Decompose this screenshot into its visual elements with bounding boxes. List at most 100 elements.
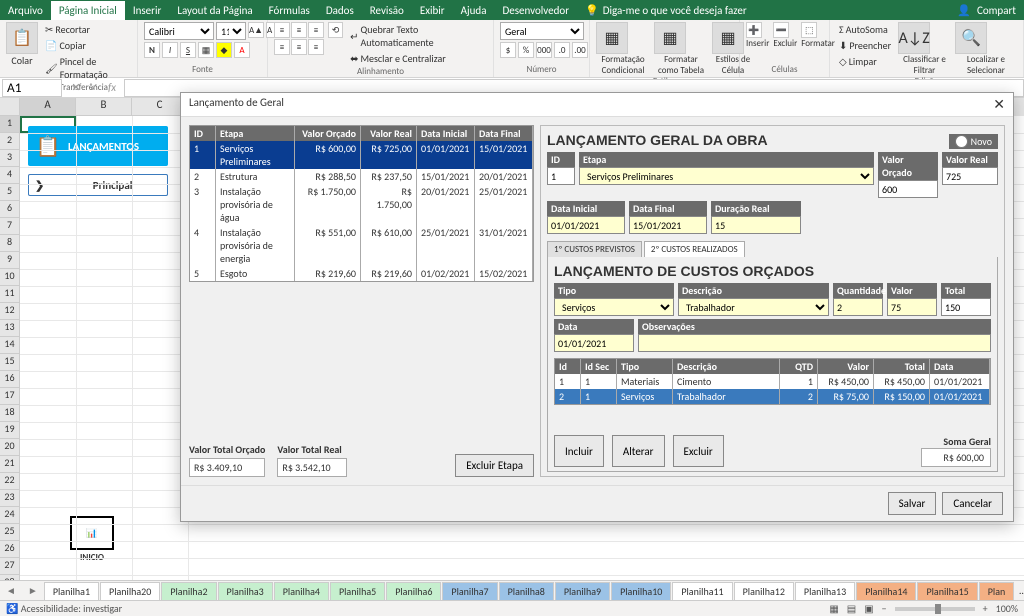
principal-button[interactable]: ❯ Principal xyxy=(28,174,168,196)
zoom-level[interactable]: 100% xyxy=(996,602,1018,615)
menu-fórmulas[interactable]: Fórmulas xyxy=(261,1,318,20)
sheet-tab[interactable]: Planilha10 xyxy=(611,582,671,600)
increase-font-icon[interactable]: A▲ xyxy=(248,22,264,38)
currency-button[interactable]: $ xyxy=(500,42,516,58)
menu-página-inicial[interactable]: Página Inicial xyxy=(51,1,125,20)
close-icon[interactable]: ✕ xyxy=(993,96,1005,113)
zoom-in-icon[interactable]: + xyxy=(983,602,988,615)
excluir-button[interactable]: Excluir xyxy=(673,435,724,467)
duracao-real-field[interactable] xyxy=(711,216,801,234)
data-field[interactable] xyxy=(554,334,634,352)
sheet-tab[interactable]: Plan xyxy=(979,582,1015,600)
user-icon[interactable]: 👤 xyxy=(957,4,971,17)
percent-button[interactable]: % xyxy=(518,42,534,58)
bold-button[interactable]: N xyxy=(144,42,160,58)
sheet-tab[interactable]: Planilha7 xyxy=(442,582,497,600)
paste-label[interactable]: Colar xyxy=(6,54,38,67)
comma-button[interactable]: 000 xyxy=(536,42,552,58)
menu-inserir[interactable]: Inserir xyxy=(125,1,170,20)
sheet-tab[interactable]: Planilha3 xyxy=(218,582,273,600)
excluir-etapa-button[interactable]: Excluir Etapa xyxy=(455,454,534,477)
sheet-tab[interactable]: Planilha11 xyxy=(672,582,732,600)
inc-decimal-button[interactable]: .0 xyxy=(554,42,570,58)
id-field[interactable] xyxy=(547,167,575,185)
zoom-slider[interactable] xyxy=(895,607,975,611)
table-row[interactable]: 2EstruturaR$ 288,50R$ 237,5015/01/202120… xyxy=(190,169,533,184)
tab-custos-realizados[interactable]: 2º CUSTOS REALIZADOS xyxy=(644,241,745,257)
view-break-icon[interactable]: ▣ xyxy=(864,602,873,615)
menu-ajuda[interactable]: Ajuda xyxy=(453,1,495,20)
paste-icon[interactable]: 📋 xyxy=(6,22,38,54)
copy-button[interactable]: 📄 Copiar xyxy=(42,38,131,53)
table-row[interactable]: 4Instalação provisória de energiaR$ 551,… xyxy=(190,225,533,266)
zoom-out-icon[interactable]: − xyxy=(882,602,887,615)
sheet-tab[interactable]: Planilha5 xyxy=(330,582,385,600)
menu-layout-da-página[interactable]: Layout da Página xyxy=(169,1,260,20)
name-box[interactable] xyxy=(2,79,62,97)
cut-button[interactable]: ✂ Recortar xyxy=(42,22,131,37)
tipo-select[interactable]: Serviços xyxy=(554,298,674,316)
border-button[interactable]: ▦ xyxy=(198,42,214,58)
enter-fx-icon[interactable]: ✓ xyxy=(86,81,102,94)
italic-button[interactable]: I xyxy=(162,42,178,58)
observacoes-field[interactable] xyxy=(638,334,991,352)
select-all-corner[interactable] xyxy=(0,98,20,116)
table-row[interactable]: 1Serviços PreliminaresR$ 600,00R$ 725,00… xyxy=(190,141,533,169)
tell-me[interactable]: 💡 Diga-me o que você deseja fazer xyxy=(585,4,747,17)
table-row[interactable]: 11MateriaisCimento1R$ 450,00R$ 450,0001/… xyxy=(555,374,990,389)
cancelar-button[interactable]: Cancelar xyxy=(942,492,1003,515)
salvar-button[interactable]: Salvar xyxy=(888,492,937,515)
menu-exibir[interactable]: Exibir xyxy=(412,1,453,20)
wrap-text-button[interactable]: ↵ Quebrar Texto Automaticamente xyxy=(347,22,487,50)
sheet-tab[interactable]: Planilha1 xyxy=(44,582,99,600)
font-size-select[interactable]: 11 xyxy=(216,22,246,40)
sheet-tab[interactable]: Planilha9 xyxy=(555,582,610,600)
sheet-tab[interactable]: Planilha14 xyxy=(856,582,916,600)
fx-icon[interactable]: fx xyxy=(104,81,120,94)
sheet-tab[interactable]: Planilha2 xyxy=(161,582,216,600)
sheet-tab[interactable]: Planilha8 xyxy=(499,582,554,600)
valor-real-field[interactable] xyxy=(942,167,998,185)
align-grid[interactable]: ≡≡≡≡≡≡ xyxy=(274,22,324,55)
share-button[interactable]: Compart xyxy=(977,4,1016,17)
table-row[interactable]: 3Instalação provisória de águaR$ 1.750,0… xyxy=(190,184,533,225)
sheet-tab[interactable]: Planilha4 xyxy=(274,582,329,600)
cond-format-icon[interactable]: ▦ xyxy=(596,22,628,54)
menu-dados[interactable]: Dados xyxy=(318,1,362,20)
format-cells-icon[interactable]: ⬚ xyxy=(801,22,817,38)
format-table-icon[interactable]: ▦ xyxy=(654,22,686,54)
valor-field[interactable] xyxy=(887,298,937,316)
font-name-select[interactable]: Calibri xyxy=(144,22,214,40)
view-layout-icon[interactable]: ▤ xyxy=(847,602,856,615)
custos-grid[interactable]: Id Id Sec Tipo Descrição QTD Valor Total… xyxy=(554,358,991,405)
lancamentos-button[interactable]: 📋 LANÇAMENTOS xyxy=(28,126,168,166)
sort-filter-icon[interactable]: A↓Z xyxy=(898,22,930,54)
insert-cells-icon[interactable]: ➕ xyxy=(746,22,762,38)
cancel-fx-icon[interactable]: ✕ xyxy=(68,81,84,94)
tab-custos-previstos[interactable]: 1º CUSTOS PREVISTOS xyxy=(547,241,642,257)
novo-checkbox[interactable]: Novo xyxy=(949,134,998,149)
sheet-tab[interactable]: Planilha20 xyxy=(100,582,160,600)
total-field[interactable] xyxy=(941,298,991,316)
accessibility-status[interactable]: ♿ Acessibilidade: investigar xyxy=(6,602,122,615)
menu-revisão[interactable]: Revisão xyxy=(362,1,412,20)
valor-orcado-field[interactable] xyxy=(878,180,938,198)
autosum-button[interactable]: Σ AutoSoma xyxy=(836,22,894,37)
delete-cells-icon[interactable]: ➖ xyxy=(773,22,789,38)
merge-center-button[interactable]: ⬌ Mesclar e Centralizar xyxy=(347,51,487,66)
data-inicial-field[interactable] xyxy=(547,216,625,234)
sheet-tab[interactable]: Planilha6 xyxy=(386,582,441,600)
fill-button[interactable]: ⬇ Preencher xyxy=(836,38,894,53)
underline-button[interactable]: S xyxy=(180,42,196,58)
alterar-button[interactable]: Alterar xyxy=(612,435,665,467)
tabs-nav-next-icon[interactable]: ► xyxy=(22,584,44,597)
sheet-tab[interactable]: Planilha15 xyxy=(917,582,977,600)
font-color-button[interactable]: A xyxy=(234,42,250,58)
fill-color-button[interactable]: ◆ xyxy=(216,42,232,58)
menu-desenvolvedor[interactable]: Desenvolvedor xyxy=(494,1,577,20)
incluir-button[interactable]: Incluir xyxy=(554,435,604,467)
find-select-icon[interactable]: 🔍 xyxy=(955,22,987,54)
row-headers[interactable]: 1234567891011121314151617181920212223242… xyxy=(0,116,20,582)
table-row[interactable]: 21ServiçosTrabalhador2R$ 75,00R$ 150,000… xyxy=(555,389,990,404)
sheet-tab[interactable]: Planilha12 xyxy=(734,582,794,600)
